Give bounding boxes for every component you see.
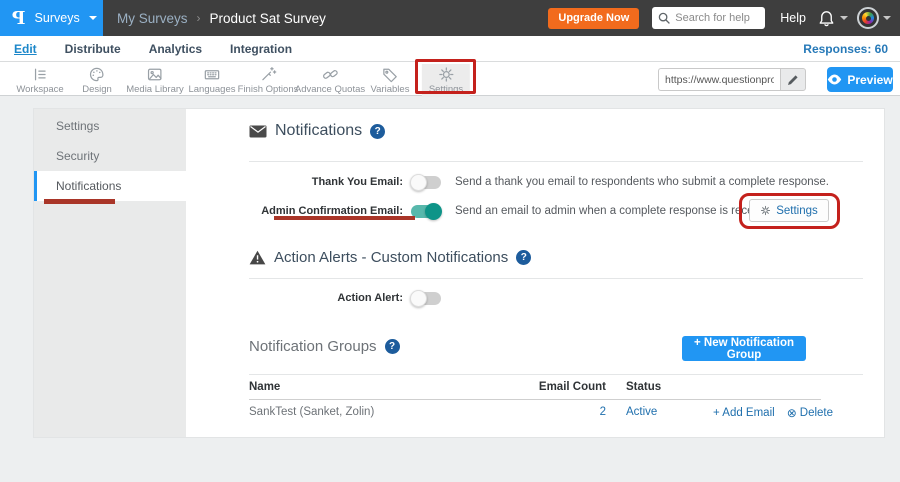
survey-url-input[interactable] xyxy=(658,68,780,91)
divider xyxy=(249,161,863,162)
chevron-down-icon xyxy=(883,16,891,20)
tab-analytics[interactable]: Analytics xyxy=(149,42,202,56)
notifications-content: Notifications ? Thank You Email: Send a … xyxy=(186,109,884,437)
tab-edit[interactable]: Edit xyxy=(14,42,37,56)
preview-button[interactable]: Preview xyxy=(827,67,893,92)
toggle-knob xyxy=(410,174,427,191)
notification-groups-heading: Notification Groups ? xyxy=(249,338,400,355)
settings-side-nav: Settings Security Notifications xyxy=(34,109,186,437)
survey-nav-bar: Edit Distribute Analytics Integration Re… xyxy=(0,36,900,62)
help-icon[interactable]: ? xyxy=(516,250,531,265)
divider xyxy=(249,278,863,279)
tab-integration[interactable]: Integration xyxy=(230,42,292,56)
thank-you-email-row: Thank You Email: Send a thank you email … xyxy=(249,170,829,194)
product-menu-label: Surveys xyxy=(35,11,80,25)
section-title: Notification Groups xyxy=(249,338,377,355)
help-link[interactable]: Help xyxy=(780,11,806,25)
toggle-knob xyxy=(410,290,427,307)
settings-panel: Settings Security Notifications Notifica… xyxy=(33,108,885,438)
search-icon xyxy=(658,12,671,25)
keyboard-icon xyxy=(203,65,222,84)
chain-links-icon xyxy=(321,65,340,84)
chevron-down-icon xyxy=(89,16,97,20)
edit-url-button[interactable] xyxy=(780,68,806,91)
pencil-icon xyxy=(787,74,799,86)
toolbar-item-advance-quotas[interactable]: Advance Quotas xyxy=(288,64,372,97)
delete-link[interactable]: ⊗ Delete xyxy=(787,406,833,420)
thank-you-email-toggle[interactable] xyxy=(411,176,441,189)
section-title: Notifications xyxy=(275,122,362,140)
new-notification-group-button[interactable]: + New Notification Group xyxy=(682,336,806,361)
table-header-name: Name xyxy=(249,381,280,393)
magic-wand-icon xyxy=(258,65,277,84)
help-icon[interactable]: ? xyxy=(370,124,385,139)
toolbar-item-workspace[interactable]: Workspace xyxy=(9,64,70,97)
table-row-email-count[interactable]: 2 xyxy=(521,406,606,418)
table-row-actions: + Add Email ⊗ Delete xyxy=(713,406,833,420)
responses-count[interactable]: Responses: 60 xyxy=(803,42,888,56)
tag-icon xyxy=(381,65,400,84)
gauge-icon xyxy=(862,12,874,24)
sidebar-item-notifications[interactable]: Notifications xyxy=(34,171,186,201)
admin-confirmation-email-toggle[interactable] xyxy=(411,205,441,218)
table-header-status: Status xyxy=(626,381,661,393)
help-search xyxy=(652,7,765,29)
top-bar: P Surveys My Surveys › Product Sat Surve… xyxy=(0,0,900,36)
image-icon xyxy=(146,65,165,84)
avatar xyxy=(857,7,879,29)
palette-icon xyxy=(87,65,106,84)
upgrade-now-button[interactable]: Upgrade Now xyxy=(548,8,639,29)
settings-button-label: Settings xyxy=(776,205,818,217)
action-alert-toggle[interactable] xyxy=(411,292,441,305)
sidebar-item-security[interactable]: Security xyxy=(34,141,186,171)
action-alerts-section-heading: Action Alerts - Custom Notifications ? xyxy=(249,249,531,266)
app-window: P Surveys My Surveys › Product Sat Surve… xyxy=(0,0,900,482)
table-row-name: SankTest (Sanket, Zolin) xyxy=(249,406,374,418)
help-icon[interactable]: ? xyxy=(385,339,400,354)
toolbar-item-media-library[interactable]: Media Library xyxy=(119,64,191,97)
survey-url-group xyxy=(658,68,806,91)
table-header-divider xyxy=(249,399,821,400)
notifications-bell-menu[interactable] xyxy=(817,9,848,28)
action-alert-row: Action Alert: xyxy=(249,286,441,310)
account-menu[interactable] xyxy=(857,7,891,29)
eye-icon xyxy=(827,74,842,85)
breadcrumb-separator-icon: › xyxy=(197,11,201,25)
admin-confirmation-email-description: Send an email to admin when a complete r… xyxy=(455,205,778,217)
chevron-down-icon xyxy=(840,16,848,20)
edit-toolbar: Workspace Design Media Library Languages… xyxy=(0,62,900,96)
admin-email-settings-button[interactable]: Settings xyxy=(749,199,829,222)
breadcrumb-current-survey: Product Sat Survey xyxy=(210,11,326,26)
table-row-status[interactable]: Active xyxy=(626,406,657,418)
tab-distribute[interactable]: Distribute xyxy=(65,42,121,56)
envelope-icon xyxy=(249,125,267,138)
warning-icon xyxy=(249,250,266,265)
bell-icon xyxy=(817,9,836,28)
add-email-link[interactable]: + Add Email xyxy=(713,406,775,420)
breadcrumb: My Surveys › Product Sat Survey xyxy=(117,11,326,26)
delete-label: Delete xyxy=(800,407,833,419)
admin-confirmation-email-label: Admin Confirmation Email: xyxy=(249,205,409,217)
sidebar-item-settings[interactable]: Settings xyxy=(34,111,186,141)
divider xyxy=(249,374,863,375)
section-title: Action Alerts - Custom Notifications xyxy=(274,249,508,266)
product-switcher[interactable]: P Surveys xyxy=(0,0,103,36)
gear-icon xyxy=(760,205,771,216)
questionpro-logo: P xyxy=(12,8,26,29)
toggle-knob xyxy=(425,203,442,220)
workspace-icon xyxy=(31,65,50,84)
table-header-email-count: Email Count xyxy=(521,381,606,393)
toolbar-item-design[interactable]: Design xyxy=(75,64,119,97)
toolbar-item-settings[interactable]: Settings xyxy=(422,64,470,97)
thank-you-email-label: Thank You Email: xyxy=(249,176,409,188)
thank-you-email-description: Send a thank you email to respondents wh… xyxy=(455,176,829,188)
action-alert-label: Action Alert: xyxy=(249,292,409,304)
gear-icon xyxy=(436,65,455,84)
breadcrumb-my-surveys[interactable]: My Surveys xyxy=(117,11,188,26)
toolbar-item-variables[interactable]: Variables xyxy=(364,64,417,97)
admin-confirmation-email-row: Admin Confirmation Email: Send an email … xyxy=(249,199,778,223)
delete-circle-icon: ⊗ xyxy=(787,406,797,420)
notifications-section-heading: Notifications ? xyxy=(249,122,385,140)
